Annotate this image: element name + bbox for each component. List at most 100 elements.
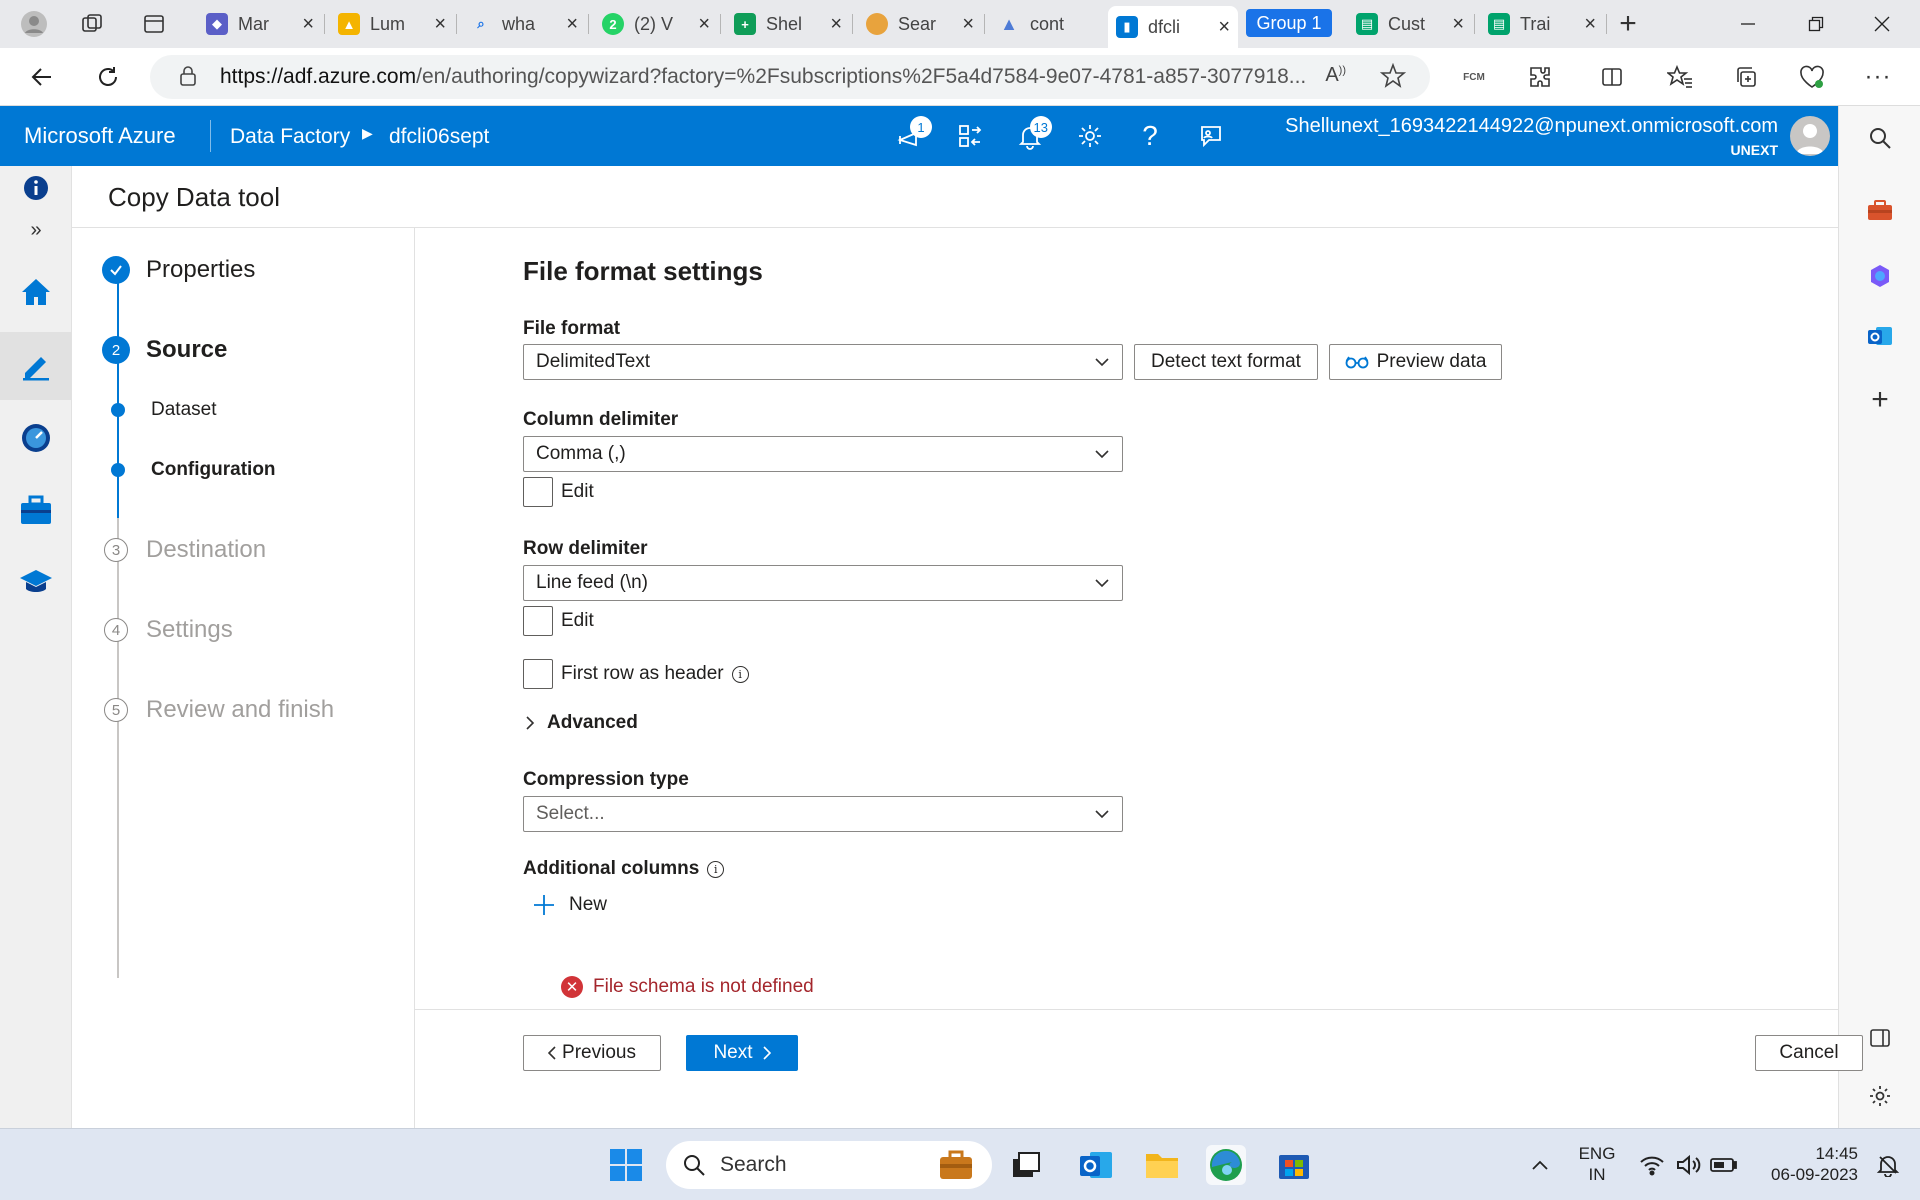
sidebar-search-icon[interactable] xyxy=(1862,120,1898,156)
notification-center-icon[interactable] xyxy=(1868,1145,1908,1185)
detect-text-format-button[interactable]: Detect text format xyxy=(1134,344,1318,380)
sidebar-toggle-icon[interactable] xyxy=(1862,1020,1898,1056)
wifi-icon[interactable] xyxy=(1632,1145,1672,1185)
microsoft-store-icon[interactable] xyxy=(1274,1145,1314,1185)
refresh-icon[interactable] xyxy=(90,59,126,95)
step-settings[interactable]: 4 Settings xyxy=(102,616,233,644)
azure-brand-link[interactable]: Microsoft Azure xyxy=(24,123,176,149)
close-tab-icon[interactable]: × xyxy=(434,13,446,36)
info-icon[interactable]: i xyxy=(731,665,749,683)
step-destination[interactable]: 3 Destination xyxy=(102,536,266,564)
tab-group-chip[interactable]: Group 1 xyxy=(1246,9,1332,37)
new-tab-icon[interactable]: + xyxy=(1610,6,1646,42)
previous-button[interactable]: Previous xyxy=(523,1035,661,1071)
browser-tab[interactable]: ▤ Cust × xyxy=(1348,6,1472,42)
close-tab-icon[interactable]: × xyxy=(1452,13,1464,36)
step-source[interactable]: 2 Source xyxy=(102,336,227,364)
rail-author-pencil-icon[interactable] xyxy=(0,332,72,400)
help-question-icon[interactable]: ? xyxy=(1132,118,1168,154)
browser-tab[interactable]: ⌕ wha × xyxy=(462,6,586,42)
switch-directory-icon[interactable] xyxy=(952,118,988,154)
browser-tab-active[interactable]: ▮ dfcli × xyxy=(1108,6,1238,48)
feedback-icon[interactable] xyxy=(1192,118,1228,154)
read-aloud-icon[interactable]: A)) xyxy=(1325,64,1346,87)
compression-type-dropdown[interactable]: Select... xyxy=(523,796,1123,832)
add-column-new-button[interactable]: New xyxy=(533,894,607,916)
file-format-dropdown[interactable]: DelimitedText xyxy=(523,344,1123,380)
clock[interactable]: 14:45 06-09-2023 xyxy=(1752,1143,1858,1185)
next-button[interactable]: Next xyxy=(686,1035,798,1071)
rail-info-icon[interactable] xyxy=(0,166,72,210)
file-explorer-icon[interactable] xyxy=(1142,1145,1182,1185)
close-tab-icon[interactable]: × xyxy=(1584,13,1596,36)
minimize-icon[interactable] xyxy=(1718,0,1778,48)
sidebar-copilot-icon[interactable] xyxy=(1862,258,1898,294)
browser-tab[interactable]: ▲ Lum × xyxy=(330,6,454,42)
rail-expand-icon[interactable]: » xyxy=(0,210,72,250)
avatar[interactable] xyxy=(1790,116,1830,156)
vertical-tabs-icon[interactable] xyxy=(136,6,172,42)
settings-gear-icon[interactable] xyxy=(1072,118,1108,154)
extension-fcm-icon[interactable]: FCM xyxy=(1456,59,1492,95)
lock-icon[interactable] xyxy=(178,65,198,93)
column-delimiter-dropdown[interactable]: Comma (,) xyxy=(523,436,1123,472)
input-language-indicator[interactable]: ENG IN xyxy=(1572,1143,1622,1185)
profile-icon[interactable] xyxy=(16,6,52,42)
close-tab-icon[interactable]: × xyxy=(962,13,974,36)
browser-tab[interactable]: ▤ Trai × xyxy=(1480,6,1604,42)
cancel-button[interactable]: Cancel xyxy=(1755,1035,1863,1071)
breadcrumb-data-factory[interactable]: Data Factory xyxy=(230,125,350,149)
sidebar-add-icon[interactable]: + xyxy=(1862,382,1898,418)
favorite-star-icon[interactable] xyxy=(1379,62,1407,95)
windows-start-icon[interactable] xyxy=(606,1145,646,1185)
first-row-header-checkbox[interactable]: First row as header i xyxy=(523,659,749,689)
restore-icon[interactable] xyxy=(1786,0,1846,48)
split-screen-icon[interactable] xyxy=(1594,59,1630,95)
substep-configuration[interactable]: Configuration xyxy=(111,459,276,481)
battery-icon[interactable] xyxy=(1704,1145,1744,1185)
browser-tab[interactable]: ◆ Mar × xyxy=(198,6,322,42)
close-tab-icon[interactable]: × xyxy=(566,13,578,36)
row-delimiter-dropdown[interactable]: Line feed (\n) xyxy=(523,565,1123,601)
collections-icon[interactable] xyxy=(1728,59,1764,95)
info-icon[interactable]: i xyxy=(707,860,725,878)
whats-new-icon[interactable]: 1 xyxy=(892,116,932,154)
favorites-icon[interactable] xyxy=(1662,59,1698,95)
browser-tab[interactable]: 2 (2) V × xyxy=(594,6,718,42)
step-review[interactable]: 5 Review and finish xyxy=(102,696,334,724)
close-tab-icon[interactable]: × xyxy=(830,13,842,36)
url-field[interactable]: https://adf.azure.com/en/authoring/copyw… xyxy=(150,55,1430,99)
close-window-icon[interactable] xyxy=(1852,0,1912,48)
substep-dataset[interactable]: Dataset xyxy=(111,399,216,421)
volume-icon[interactable] xyxy=(1668,1145,1708,1185)
close-tab-icon[interactable]: × xyxy=(1218,16,1230,39)
rail-learning-cap-icon[interactable] xyxy=(0,552,72,612)
row-delimiter-edit-checkbox[interactable]: Edit xyxy=(523,606,594,636)
rail-monitor-icon[interactable] xyxy=(0,408,72,468)
breadcrumb-factory-name[interactable]: dfcli06sept xyxy=(389,125,489,149)
outlook-taskbar-icon[interactable] xyxy=(1076,1145,1116,1185)
close-tab-icon[interactable]: × xyxy=(302,13,314,36)
browser-tab[interactable]: ▲ cont xyxy=(990,6,1106,42)
rail-manage-toolbox-icon[interactable] xyxy=(0,480,72,540)
column-delimiter-edit-checkbox[interactable]: Edit xyxy=(523,477,594,507)
advanced-expander[interactable]: Advanced xyxy=(525,712,638,734)
notifications-bell-icon[interactable]: 13 xyxy=(1012,116,1052,154)
checkbox-box[interactable] xyxy=(523,477,553,507)
workspaces-icon[interactable] xyxy=(74,6,110,42)
rail-home-icon[interactable] xyxy=(0,262,72,322)
taskbar-search-box[interactable]: Search xyxy=(666,1141,992,1189)
sidebar-settings-gear-icon[interactable] xyxy=(1862,1078,1898,1114)
user-account[interactable]: Shellunext_1693422144922@npunext.onmicro… xyxy=(1285,114,1778,162)
browser-tab[interactable]: + Shel × xyxy=(726,6,850,42)
browser-essentials-icon[interactable] xyxy=(1794,59,1830,95)
back-arrow-icon[interactable] xyxy=(24,59,60,95)
step-properties[interactable]: Properties xyxy=(102,256,255,284)
more-menu-icon[interactable]: ··· xyxy=(1860,59,1896,95)
task-view-icon[interactable] xyxy=(1006,1145,1046,1185)
preview-data-button[interactable]: Preview data xyxy=(1329,344,1502,380)
close-tab-icon[interactable]: × xyxy=(698,13,710,36)
browser-tab[interactable]: Sear × xyxy=(858,6,982,42)
sidebar-outlook-icon[interactable] xyxy=(1862,318,1898,354)
extensions-puzzle-icon[interactable] xyxy=(1522,59,1558,95)
